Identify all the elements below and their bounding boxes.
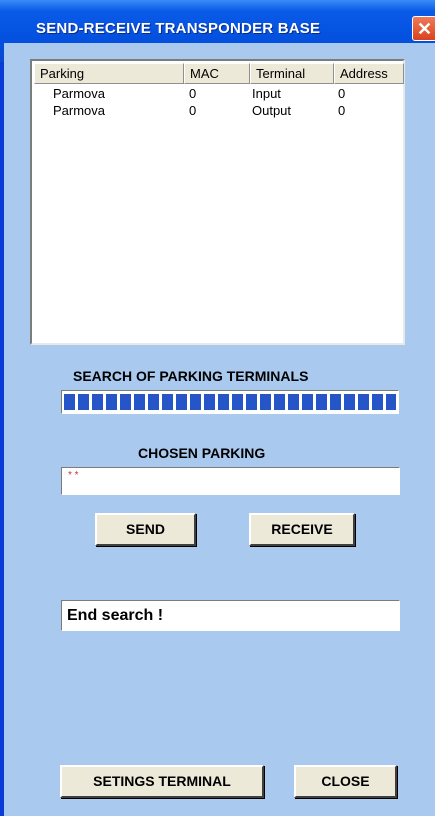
- close-icon[interactable]: ✕: [412, 16, 435, 41]
- list-header: Parking MAC Terminal Address: [34, 63, 404, 84]
- close-button[interactable]: CLOSE: [294, 765, 397, 798]
- receive-button[interactable]: RECEIVE: [249, 513, 355, 546]
- cell-address: 0: [338, 86, 346, 101]
- column-header-terminal[interactable]: Terminal: [250, 63, 334, 84]
- send-button[interactable]: SEND: [95, 513, 196, 546]
- client-area: Parking MAC Terminal Address Parmova 0 I…: [4, 43, 435, 816]
- search-progress-bar: [61, 390, 399, 414]
- column-header-parking[interactable]: Parking: [34, 63, 184, 84]
- app-window: SEND-RECEIVE TRANSPONDER BASE ✕ Parking …: [0, 0, 435, 816]
- cell-terminal: Input: [252, 86, 281, 101]
- status-field: End search !: [61, 600, 400, 631]
- chosen-parking-label: CHOSEN PARKING: [138, 445, 266, 461]
- cell-address: 0: [338, 103, 346, 118]
- column-header-mac[interactable]: MAC: [184, 63, 250, 84]
- window-title: SEND-RECEIVE TRANSPONDER BASE: [36, 20, 321, 37]
- table-row[interactable]: Parmova 0 Output 0: [32, 103, 403, 120]
- column-header-address[interactable]: Address: [334, 63, 404, 84]
- cell-mac: 0: [189, 103, 197, 118]
- table-row[interactable]: Parmova 0 Input 0: [32, 86, 403, 103]
- progress-fill: [64, 394, 396, 410]
- cell-parking: Parmova: [53, 86, 106, 101]
- parking-list[interactable]: Parking MAC Terminal Address Parmova 0 I…: [30, 59, 405, 345]
- cell-mac: 0: [189, 86, 197, 101]
- chosen-parking-field[interactable]: * *: [61, 467, 400, 495]
- list-rows: Parmova 0 Input 0 Parmova 0 Output 0: [32, 86, 403, 120]
- settings-terminal-button[interactable]: SETINGS TERMINAL: [60, 765, 264, 798]
- cell-parking: Parmova: [53, 103, 106, 118]
- search-label: SEARCH OF PARKING TERMINALS: [73, 368, 309, 384]
- cell-terminal: Output: [252, 103, 292, 118]
